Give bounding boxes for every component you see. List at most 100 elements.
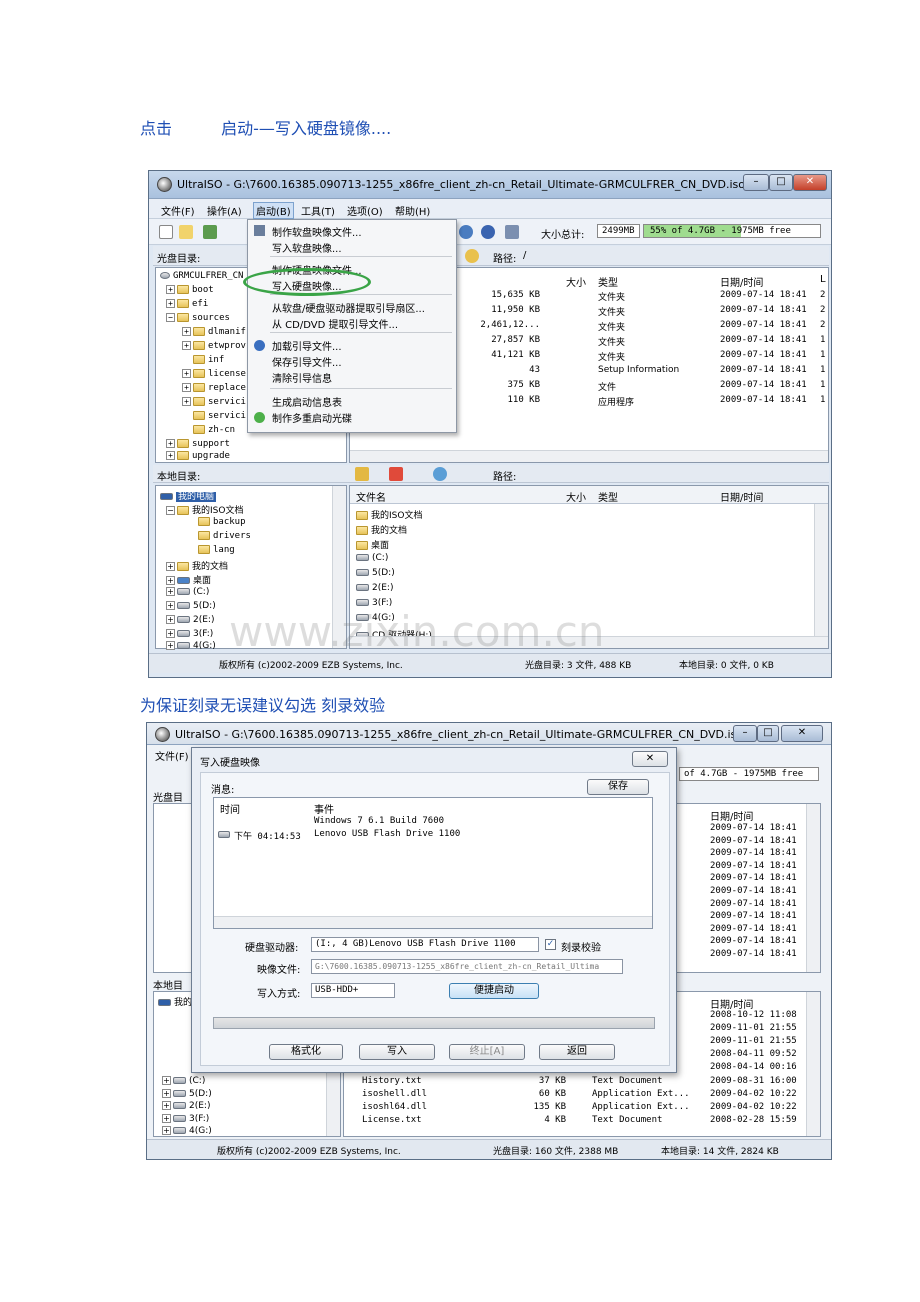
tree-item[interactable]: zh-cn	[193, 425, 235, 435]
drive-icon	[173, 1127, 186, 1134]
image-file-input[interactable]: G:\7600.16385.090713-1255_x86fre_client_…	[311, 959, 623, 974]
local-tree-item[interactable]: +5(D:)	[166, 601, 216, 611]
tree-item[interactable]: + dlmanif	[182, 327, 246, 337]
menu-boot[interactable]: 启动(B)	[253, 202, 294, 219]
menu-item-extract-sector[interactable]: 从软盘/硬盘驱动器提取引导扇区...	[272, 300, 425, 315]
local-tree-item[interactable]: +5(D:)	[162, 1088, 212, 1099]
menu-actions[interactable]: 操作(A)	[207, 203, 242, 218]
tree-item[interactable]: + license	[182, 369, 246, 379]
local-file-row[interactable]: (C:)	[356, 553, 388, 563]
file-extra: 1	[820, 335, 826, 345]
tree-item[interactable]: + boot	[166, 285, 214, 295]
local-tree-item[interactable]: + (C:)	[166, 587, 209, 597]
local-dir-header: 本地目录: 路径:	[153, 465, 829, 483]
write-method-select[interactable]: USB-HDD+	[311, 983, 395, 998]
tree-item[interactable]: inf	[193, 355, 224, 365]
local-tree-item[interactable]: − 我的ISO文档	[166, 503, 243, 516]
disk-drive-select[interactable]: (I:, 4 GB)Lenovo USB Flash Drive 1100	[311, 937, 539, 952]
settings-icon[interactable]	[433, 467, 447, 481]
menu-item-write-floppy[interactable]: 写入软盘映像...	[272, 240, 342, 255]
local-tree-item[interactable]: +2(E:)	[162, 1101, 210, 1111]
exit-icon[interactable]	[505, 225, 519, 239]
quick-boot-button[interactable]: 便捷启动	[449, 983, 539, 999]
close-button[interactable]: ✕	[793, 174, 827, 191]
dialog-close-button[interactable]: ✕	[632, 751, 668, 767]
menu-item-gen-table[interactable]: 生成启动信息表	[272, 394, 342, 409]
local-tree-item[interactable]: +2(E:)	[166, 615, 214, 625]
local-tree-item[interactable]: lang	[198, 545, 235, 555]
vertical-scrollbar[interactable]	[814, 504, 828, 636]
delete-icon[interactable]	[389, 467, 403, 481]
local-file-row[interactable]: 5(D:)	[356, 568, 395, 578]
local-tree-root[interactable]: 我的	[158, 995, 192, 1008]
local-tree-item[interactable]: + 桌面	[166, 573, 211, 586]
ultraiso-icon	[155, 727, 170, 742]
local-tree-item[interactable]: +4(G:)	[166, 641, 216, 651]
stop-button[interactable]: 终止[A]	[449, 1044, 525, 1060]
maximize-button[interactable]: □	[769, 174, 793, 191]
vertical-scrollbar[interactable]	[806, 804, 820, 972]
tree-item[interactable]: + upgrade	[166, 451, 230, 461]
up-icon[interactable]	[355, 467, 369, 481]
watermark: www.zixin.com.cn	[229, 607, 605, 656]
status-iso: 光盘目录: 160 文件, 2388 MB	[493, 1147, 619, 1157]
tree-item[interactable]: servici	[193, 411, 246, 421]
tree-item[interactable]: − sources	[166, 313, 230, 323]
menu-options[interactable]: 选项(O)	[347, 203, 383, 218]
menu-item-make-floppy[interactable]: 制作软盘映像文件...	[272, 224, 362, 239]
local-file-row[interactable]: 我的ISO文档	[356, 508, 422, 521]
tree-item[interactable]: + replace	[182, 383, 246, 393]
tree-item[interactable]: + servici	[182, 397, 246, 407]
file-name: isoshell.dll	[362, 1089, 428, 1099]
tree-item[interactable]: + efi	[166, 299, 208, 309]
burn-icon[interactable]	[481, 225, 495, 239]
menu-item-extract-cd[interactable]: 从 CD/DVD 提取引导文件...	[272, 316, 398, 331]
local-file-row[interactable]: 2(E:)	[356, 583, 393, 593]
vertical-scrollbar[interactable]	[806, 992, 820, 1136]
file-row[interactable]: License.txt 4 KB Text Document 2008-02-28 1…	[344, 1115, 806, 1127]
back-button[interactable]: 返回	[539, 1044, 615, 1060]
close-button[interactable]: ✕	[781, 725, 823, 742]
write-button[interactable]: 写入	[359, 1044, 435, 1060]
minimize-button[interactable]: –	[733, 725, 757, 742]
save-button[interactable]: 保存	[587, 779, 649, 795]
extract-icon[interactable]	[203, 225, 217, 239]
verify-checkbox[interactable]: ✓	[545, 939, 556, 950]
local-tree-item[interactable]: backup	[198, 517, 246, 527]
col-time: 时间	[220, 805, 240, 816]
local-tree-item[interactable]: + 我的文档	[166, 559, 228, 572]
menu-item-load-boot[interactable]: 加载引导文件...	[272, 338, 342, 353]
menu-help[interactable]: 帮助(H)	[395, 203, 430, 218]
local-tree-item[interactable]: +4(G:)	[162, 1126, 212, 1136]
menu-file[interactable]: 文件(F)	[155, 748, 189, 763]
menu-item-clear-boot[interactable]: 清除引导信息	[272, 370, 332, 385]
tree-item[interactable]: + etwprov	[182, 341, 246, 351]
iso-dir-label: 光盘目录:	[157, 254, 201, 265]
horizontal-scrollbar[interactable]	[214, 916, 652, 928]
menu-item-save-boot[interactable]: 保存引导文件...	[272, 354, 342, 369]
local-tree-item[interactable]: +3(F:)	[162, 1113, 209, 1124]
local-tree-item[interactable]: + (C:)	[162, 1076, 205, 1086]
refresh-icon[interactable]	[465, 249, 479, 263]
horizontal-scrollbar[interactable]	[350, 450, 828, 462]
file-row[interactable]: History.txt 37 KB Text Document 2009-08-31 …	[344, 1076, 806, 1088]
local-file-row[interactable]: 我的文档	[356, 523, 407, 536]
folder-icon	[177, 285, 189, 294]
minimize-button[interactable]: –	[743, 174, 769, 191]
format-button[interactable]: 格式化	[269, 1044, 343, 1060]
local-file-row[interactable]: 桌面	[356, 538, 389, 551]
mount-icon[interactable]	[459, 225, 473, 239]
file-row[interactable]: isoshell.dll 60 KB Application Ext... 2009-…	[344, 1089, 806, 1101]
local-tree-item[interactable]: +3(F:)	[166, 629, 213, 639]
maximize-button[interactable]: □	[757, 725, 779, 742]
tree-item[interactable]: + support	[166, 439, 230, 449]
tree-root[interactable]: GRMCULFRER_CN	[160, 271, 243, 281]
menu-item-multiboot[interactable]: 制作多重启动光碟	[272, 410, 352, 425]
menu-file[interactable]: 文件(F)	[161, 203, 195, 218]
menu-tools[interactable]: 工具(T)	[301, 203, 335, 218]
local-tree-item[interactable]: drivers	[198, 531, 251, 541]
open-icon[interactable]	[179, 225, 193, 239]
new-icon[interactable]	[159, 225, 173, 239]
file-row[interactable]: isoshl64.dll 135 KB Application Ext... 2009…	[344, 1102, 806, 1114]
local-tree-root[interactable]: 我的电脑	[160, 489, 217, 502]
